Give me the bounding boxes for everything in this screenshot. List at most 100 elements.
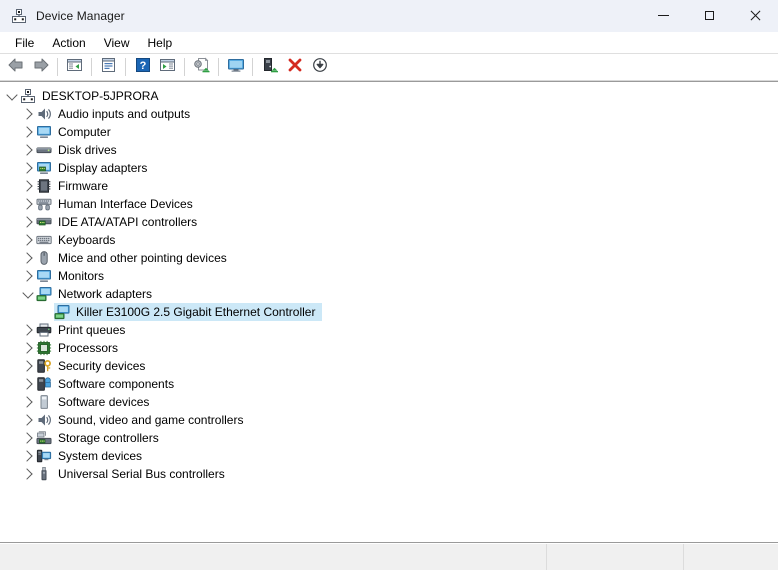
device-tree-panel[interactable]: DESKTOP-5JPRORAAudio inputs and outputs C…: [0, 81, 778, 543]
chevron-right-icon[interactable]: [20, 177, 36, 195]
tree-row[interactable]: Storage controllers: [0, 429, 778, 447]
tree-row[interactable]: DESKTOP-5JPRORA: [0, 87, 778, 105]
tree-row-content: Audio inputs and outputs: [36, 105, 197, 123]
tree-row-content: System devices: [36, 447, 149, 465]
chevron-right-icon[interactable]: [20, 231, 36, 249]
chevron-right-icon[interactable]: [20, 465, 36, 483]
device-tree: DESKTOP-5JPRORAAudio inputs and outputs C…: [0, 82, 778, 483]
tree-row[interactable]: Mice and other pointing devices: [0, 249, 778, 267]
tree-row[interactable]: IDE ATA/ATAPI controllers: [0, 213, 778, 231]
tree-row-label: Computer: [58, 124, 114, 140]
chevron-right-icon[interactable]: [20, 195, 36, 213]
tree-row[interactable]: Disk drives: [0, 141, 778, 159]
tree-row-label: Human Interface Devices: [58, 196, 196, 212]
keyboard-icon: [36, 232, 52, 248]
back-arrow-icon: [7, 57, 25, 78]
tree-row[interactable]: Audio inputs and outputs: [0, 105, 778, 123]
chevron-right-icon[interactable]: [20, 105, 36, 123]
tree-row-label: Sound, video and game controllers: [58, 412, 246, 428]
menu-item-view[interactable]: View: [95, 34, 139, 52]
processor-icon: [36, 340, 52, 356]
minimize-button[interactable]: [640, 0, 686, 31]
monitor-icon: [36, 124, 52, 140]
device-manager-icon: [11, 8, 27, 24]
tree-row-label: Software devices: [58, 394, 152, 410]
toolbar-separator-4: [184, 58, 185, 76]
back-button[interactable]: [3, 56, 28, 79]
tree-row[interactable]: Killer E3100G 2.5 Gigabit Ethernet Contr…: [0, 303, 778, 321]
mouse-icon: [36, 250, 52, 266]
ide-controller-icon: [36, 214, 52, 230]
hid-keyboard-icon: [36, 196, 52, 212]
speaker-icon: [36, 106, 52, 122]
speaker-icon: [36, 412, 52, 428]
tree-row-label: Audio inputs and outputs: [58, 106, 193, 122]
show-hide-action-pane-button[interactable]: [155, 56, 180, 79]
forward-button[interactable]: [28, 56, 53, 79]
monitor-icon: [36, 268, 52, 284]
menu-item-file[interactable]: File: [6, 34, 43, 52]
tree-row[interactable]: Firmware: [0, 177, 778, 195]
update-driver-button[interactable]: [189, 56, 214, 79]
software-device-icon: [36, 394, 52, 410]
chevron-right-icon[interactable]: [20, 249, 36, 267]
tree-row[interactable]: Processors: [0, 339, 778, 357]
chevron-right-icon[interactable]: [20, 141, 36, 159]
tree-row[interactable]: Universal Serial Bus controllers: [0, 465, 778, 483]
chevron-right-icon[interactable]: [20, 447, 36, 465]
chevron-right-icon[interactable]: [20, 267, 36, 285]
chevron-down-icon[interactable]: [4, 87, 20, 105]
scan-monitor-icon: [227, 57, 245, 78]
tree-row[interactable]: Print queues: [0, 321, 778, 339]
chevron-right-icon[interactable]: [20, 159, 36, 177]
maximize-button[interactable]: [686, 0, 732, 31]
toolbar-separator-2: [91, 58, 92, 76]
network-adapter-icon: [54, 304, 70, 320]
tree-row[interactable]: Keyboards: [0, 231, 778, 249]
chevron-right-icon[interactable]: [20, 411, 36, 429]
tree-row[interactable]: Software devices: [0, 393, 778, 411]
tree-row[interactable]: Security devices: [0, 357, 778, 375]
enable-device-button[interactable]: [257, 56, 282, 79]
properties-button[interactable]: [96, 56, 121, 79]
tree-row-label: Monitors: [58, 268, 107, 284]
chevron-right-icon[interactable]: [20, 339, 36, 357]
usb-icon: [36, 466, 52, 482]
tree-row[interactable]: Software components: [0, 375, 778, 393]
tree-row-content: Processors: [36, 339, 125, 357]
tree-row-content: Human Interface Devices: [36, 195, 200, 213]
help-question-icon: ?: [135, 57, 151, 78]
scan-hardware-changes-button[interactable]: [223, 56, 248, 79]
tree-row[interactable]: Display adapters: [0, 159, 778, 177]
tree-row-content: Display adapters: [36, 159, 154, 177]
tree-row[interactable]: System devices: [0, 447, 778, 465]
tree-row[interactable]: Network adapters: [0, 285, 778, 303]
menu-bar: File Action View Help: [0, 32, 778, 53]
chevron-right-icon[interactable]: [20, 213, 36, 231]
show-hide-console-tree-button[interactable]: [62, 56, 87, 79]
tree-row-label: Universal Serial Bus controllers: [58, 466, 228, 482]
chevron-right-icon[interactable]: [20, 429, 36, 447]
disable-device-button[interactable]: [307, 56, 332, 79]
tree-row-content: Computer: [36, 123, 118, 141]
action-pane-icon: [159, 57, 176, 78]
device-manager-window: Device Manager File Action View Help: [0, 0, 778, 570]
tree-row[interactable]: Monitors: [0, 267, 778, 285]
tree-row-content: Keyboards: [36, 231, 122, 249]
maximize-icon: [704, 10, 715, 21]
chevron-down-icon[interactable]: [20, 285, 36, 303]
menu-item-help[interactable]: Help: [139, 34, 182, 52]
help-button[interactable]: ?: [130, 56, 155, 79]
chevron-right-icon[interactable]: [20, 393, 36, 411]
close-button[interactable]: [732, 0, 778, 31]
menu-item-action[interactable]: Action: [43, 34, 94, 52]
disk-drive-icon: [36, 142, 52, 158]
chevron-right-icon[interactable]: [20, 321, 36, 339]
chevron-right-icon[interactable]: [20, 375, 36, 393]
uninstall-device-button[interactable]: [282, 56, 307, 79]
tree-row[interactable]: Computer: [0, 123, 778, 141]
chevron-right-icon[interactable]: [20, 357, 36, 375]
chevron-right-icon[interactable]: [20, 123, 36, 141]
tree-row[interactable]: Sound, video and game controllers: [0, 411, 778, 429]
tree-row[interactable]: Human Interface Devices: [0, 195, 778, 213]
